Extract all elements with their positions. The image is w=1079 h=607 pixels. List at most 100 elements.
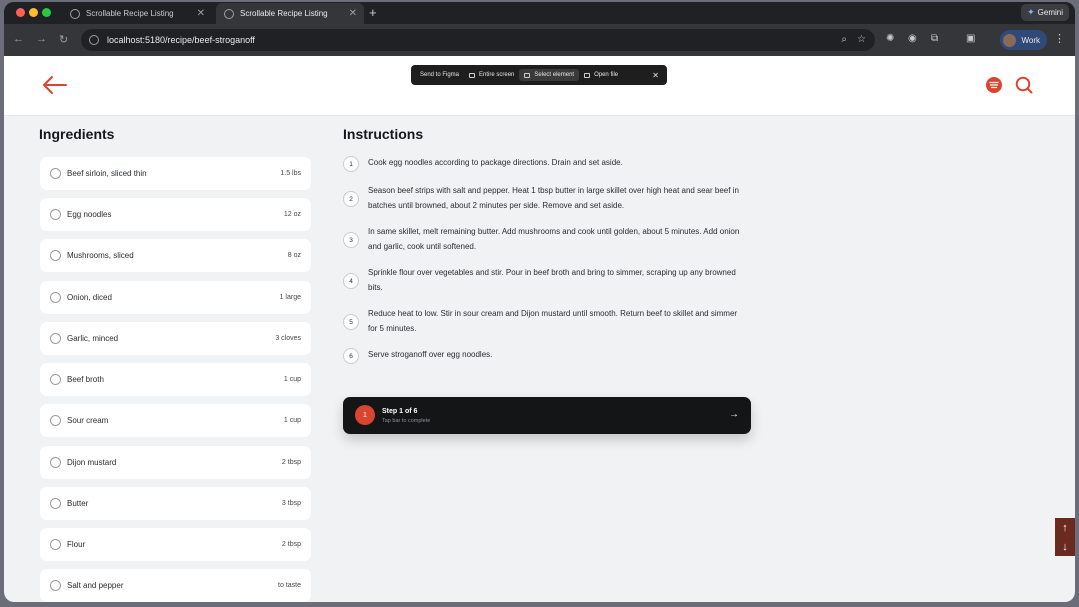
profile-button[interactable]: Work xyxy=(1000,30,1047,50)
ingredient-item[interactable]: Sour cream 1 cup xyxy=(40,404,311,437)
back-arrow-icon[interactable] xyxy=(40,74,68,96)
arrow-down-icon[interactable]: ↓ xyxy=(1062,541,1068,553)
list-menu-icon[interactable] xyxy=(984,75,1004,95)
checkbox-icon[interactable] xyxy=(50,250,61,261)
step-number: 1 xyxy=(343,156,359,172)
ingredient-qty: 8 oz xyxy=(287,252,301,259)
ingredient-item[interactable]: Garlic, minced 3 cloves xyxy=(40,322,311,355)
ingredient-item[interactable]: Beef broth 1 cup xyxy=(40,363,311,396)
screen-icon xyxy=(469,72,476,78)
step-number: 3 xyxy=(343,232,359,248)
instructions-heading: Instructions xyxy=(343,126,424,142)
ingredient-qty: to taste xyxy=(278,582,301,589)
browser-toolbar: ← → ↻ localhost:5180/recipe/beef-strogan… xyxy=(4,24,1075,56)
bookmark-star-icon[interactable]: ☆ xyxy=(857,34,866,45)
tab-title: Scrollable Recipe Listing xyxy=(240,9,328,18)
checkbox-icon[interactable] xyxy=(50,333,61,344)
ingredient-name: Butter xyxy=(67,499,89,508)
step-progress-bar[interactable]: 1 Step 1 of 6 Tap bar to complete → xyxy=(343,397,751,434)
checkbox-icon[interactable] xyxy=(50,209,61,220)
step-text: Serve stroganoff over egg noodles. xyxy=(368,350,493,359)
ingredient-name: Beef broth xyxy=(67,375,104,384)
puzzle-icon[interactable]: ⧉ xyxy=(931,33,938,44)
site-info-icon[interactable] xyxy=(89,35,99,45)
side-panel-icon[interactable]: ▣ xyxy=(966,33,975,44)
step-text: Cook egg noodles according to package di… xyxy=(368,158,623,167)
address-bar[interactable]: localhost:5180/recipe/beef-stroganoff ⌕ … xyxy=(81,29,875,51)
ingredient-qty: 1 large xyxy=(279,294,301,301)
ingredient-qty: 12 oz xyxy=(283,211,301,218)
close-tab-icon[interactable]: ✕ xyxy=(197,8,205,19)
close-tab-icon[interactable]: ✕ xyxy=(349,8,357,19)
maximize-window-button[interactable] xyxy=(42,8,51,17)
gemini-button[interactable]: ✦ Gemini xyxy=(1021,4,1069,21)
minimize-window-button[interactable] xyxy=(29,8,38,17)
close-window-button[interactable] xyxy=(16,8,25,17)
open-file-button[interactable]: Open file xyxy=(579,69,623,81)
figma-capture-toolbar: Send to Figma Entire screen Select eleme… xyxy=(411,65,667,85)
checkbox-icon[interactable] xyxy=(50,498,61,509)
browser-tab[interactable]: Scrollable Recipe Listing ✕ xyxy=(62,3,212,24)
arrow-up-icon[interactable]: ↑ xyxy=(1062,522,1068,534)
extension-icon[interactable]: ✺ xyxy=(886,33,894,44)
ingredient-qty: 2 tbsp xyxy=(281,541,301,548)
ingredient-name: Salt and pepper xyxy=(67,581,124,590)
back-icon[interactable]: ← xyxy=(13,33,24,45)
instruction-step: 6 Serve stroganoff over egg noodles. xyxy=(343,348,763,364)
ingredient-item[interactable]: Flour 2 tbsp xyxy=(40,528,311,561)
entire-screen-button[interactable]: Entire screen xyxy=(464,69,519,81)
step-text: Season beef strips with salt and pepper.… xyxy=(368,186,739,210)
instruction-step: 2 Season beef strips with salt and peppe… xyxy=(343,184,763,213)
reload-icon[interactable]: ↻ xyxy=(59,33,68,46)
ingredient-item[interactable]: Butter 3 tbsp xyxy=(40,487,311,520)
ingredient-item[interactable]: Onion, diced 1 large xyxy=(40,281,311,314)
ingredient-item[interactable]: Dijon mustard 2 tbsp xyxy=(40,446,311,479)
ingredient-name: Mushrooms, sliced xyxy=(67,251,134,260)
scroll-control: ↑ ↓ xyxy=(1055,518,1075,556)
forward-icon[interactable]: → xyxy=(36,33,47,45)
ingredient-qty: 1.5 lbs xyxy=(280,170,301,177)
ingredients-heading: Ingredients xyxy=(39,126,115,142)
checkbox-icon[interactable] xyxy=(50,580,61,591)
ingredient-name: Garlic, minced xyxy=(67,334,119,343)
ingredient-name: Egg noodles xyxy=(67,210,112,219)
crosshair-icon xyxy=(524,72,531,78)
ingredient-item[interactable]: Egg noodles 12 oz xyxy=(40,198,311,231)
checkbox-icon[interactable] xyxy=(50,457,61,468)
url-text[interactable]: localhost:5180/recipe/beef-stroganoff xyxy=(107,35,255,45)
page-viewport: Send to Figma Entire screen Select eleme… xyxy=(4,56,1075,602)
ingredient-item[interactable]: Salt and pepper to taste xyxy=(40,569,311,602)
search-icon[interactable] xyxy=(1014,75,1034,95)
ingredient-qty: 3 tbsp xyxy=(281,500,301,507)
ingredient-name: Flour xyxy=(67,540,86,549)
select-element-button[interactable]: Select element xyxy=(519,69,580,81)
close-icon[interactable]: ✕ xyxy=(652,71,659,80)
browser-tab-active[interactable]: Scrollable Recipe Listing ✕ xyxy=(216,3,364,24)
globe-icon xyxy=(70,8,80,19)
checkbox-icon[interactable] xyxy=(50,539,61,550)
checkbox-icon[interactable] xyxy=(50,415,61,426)
tab-title: Scrollable Recipe Listing xyxy=(86,9,174,18)
ingredient-name: Sour cream xyxy=(67,416,109,425)
step-text: Reduce heat to low. Stir in sour cream a… xyxy=(368,309,738,333)
step-subtitle: Tap bar to complete xyxy=(382,418,431,424)
ingredient-qty: 2 tbsp xyxy=(281,459,301,466)
ingredient-item[interactable]: Mushrooms, sliced 8 oz xyxy=(40,239,311,272)
checkbox-icon[interactable] xyxy=(50,374,61,385)
ingredient-qty: 1 cup xyxy=(283,417,301,424)
step-text: In same skillet, melt remaining butter. … xyxy=(368,227,740,251)
ingredient-name: Dijon mustard xyxy=(67,458,117,467)
ingredient-item[interactable]: Beef sirloin, sliced thin 1.5 lbs xyxy=(40,157,311,190)
new-tab-button[interactable]: + xyxy=(369,5,377,20)
step-number: 2 xyxy=(343,191,359,207)
step-number: 6 xyxy=(343,348,359,364)
zoom-icon[interactable]: ⌕ xyxy=(841,34,847,45)
more-menu-icon[interactable]: ⋮ xyxy=(1054,32,1065,45)
arrow-right-icon[interactable]: → xyxy=(729,409,739,420)
browser-window: Scrollable Recipe Listing ✕ Scrollable R… xyxy=(4,2,1075,602)
instruction-step: 3 In same skillet, melt remaining butter… xyxy=(343,225,763,254)
tab-strip: Scrollable Recipe Listing ✕ Scrollable R… xyxy=(4,2,1075,24)
extension-icon[interactable]: ◉ xyxy=(908,33,917,44)
checkbox-icon[interactable] xyxy=(50,292,61,303)
checkbox-icon[interactable] xyxy=(50,168,61,179)
